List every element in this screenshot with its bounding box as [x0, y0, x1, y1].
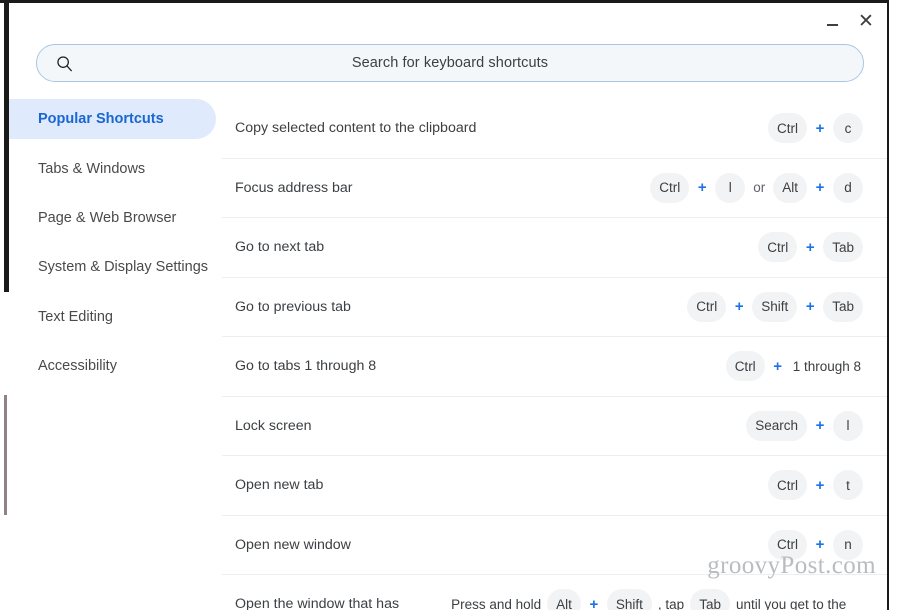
shortcut-row: Open new window Ctrl + n — [222, 516, 887, 575]
close-icon: ✕ — [858, 10, 874, 32]
title-bar: ✕ — [9, 3, 887, 37]
shortcut-row: Focus address bar Ctrl + l or Alt + d — [222, 159, 887, 218]
key-badge: n — [833, 529, 863, 560]
shortcut-keys: Ctrl + c — [766, 113, 865, 144]
shortcut-description: Go to previous tab — [235, 298, 351, 315]
shortcut-keys: Ctrl + t — [766, 470, 865, 501]
sidebar-item-system-display-settings[interactable]: System & Display Settings — [9, 247, 216, 287]
sidebar: Popular Shortcuts Tabs & Windows Page & We… — [9, 99, 222, 599]
window-outer-margin — [889, 0, 900, 610]
shortcut-description: Copy selected content to the clipboard — [235, 120, 477, 137]
key-badge: Ctrl — [768, 529, 807, 560]
key-badge: Ctrl — [650, 172, 690, 203]
shortcut-row: Go to tabs 1 through 8 Ctrl +1 through 8 — [222, 337, 887, 397]
shortcut-keys: Ctrl + Shift + Tab — [685, 291, 865, 322]
key-badge: Ctrl — [768, 113, 807, 144]
shortcut-description: Open the window that has — [235, 596, 400, 610]
key-badge: Alt — [547, 589, 581, 610]
shortcut-description: Go to tabs 1 through 8 — [235, 358, 377, 375]
shortcut-row: Open the window that has Press and hold Al… — [222, 575, 887, 610]
sidebar-item-accessibility[interactable]: Accessibility — [9, 346, 216, 386]
sidebar-item-label: Text Editing — [38, 309, 113, 325]
key-plus-separator: + — [815, 179, 825, 197]
key-plus-separator: + — [815, 119, 825, 137]
key-note-text: Press and hold — [451, 596, 542, 610]
shortcut-description: Focus address bar — [235, 179, 353, 196]
search-input-placeholder: Search for keyboard shortcuts — [351, 55, 549, 71]
shortcut-description: Open new tab — [235, 477, 324, 494]
shortcut-keys: Ctrl +1 through 8 — [724, 351, 865, 382]
sidebar-item-label: Popular Shortcuts — [38, 111, 164, 127]
key-badge: Tab — [823, 291, 863, 322]
search-bar[interactable]: Search for keyboard shortcuts — [36, 44, 864, 82]
sidebar-item-label: System & Display Settings — [38, 259, 209, 275]
key-or-separator: or — [753, 180, 766, 196]
key-plus-separator: + — [805, 238, 815, 256]
shortcut-description: Lock screen — [235, 417, 312, 434]
shortcut-row: Copy selected content to the clipboard Ct… — [222, 99, 887, 159]
key-badge: d — [833, 172, 863, 203]
shortcut-keys: Ctrl + n — [766, 529, 865, 560]
key-badge: Ctrl — [768, 470, 807, 501]
key-badge: Ctrl — [725, 351, 765, 382]
key-badge: Shift — [752, 291, 798, 322]
shortcut-keys: Search + l — [744, 410, 865, 441]
sidebar-item-label: Page & Web Browser — [38, 210, 177, 226]
sidebar-item-page-web-browser[interactable]: Page & Web Browser — [9, 198, 216, 238]
search-icon — [55, 54, 73, 72]
key-plus-separator: + — [697, 179, 707, 197]
minimize-icon — [826, 23, 838, 26]
key-note-text: until you get to the — [735, 596, 847, 610]
key-plus-separator: + — [734, 298, 744, 316]
key-plus-separator: + — [773, 357, 783, 375]
sidebar-item-label: Tabs & Windows — [38, 161, 146, 177]
minimize-button[interactable] — [819, 9, 845, 33]
key-badge: Tab — [823, 232, 863, 263]
shortcut-row: Go to next tab Ctrl + Tab — [222, 218, 887, 278]
shortcut-keys: Press and hold Alt + Shift , tap Tab until you… — [447, 589, 850, 610]
key-badge: Alt — [773, 172, 807, 203]
key-plus-separator: + — [589, 595, 599, 610]
shortcut-row: Open new tab Ctrl + t — [222, 456, 887, 516]
window-left-border-lower — [4, 395, 7, 515]
shortcut-keys: Ctrl + Tab — [756, 232, 865, 263]
key-badge: l — [833, 410, 863, 441]
key-badge: l — [715, 172, 746, 203]
shortcut-description: Open new window — [235, 536, 351, 553]
shortcut-description: Go to next tab — [235, 239, 325, 256]
shortcuts-list: Copy selected content to the clipboard Ct… — [222, 99, 887, 610]
key-plus-separator: + — [805, 298, 815, 316]
key-note-text: , tap — [657, 596, 685, 610]
key-plus-separator: + — [815, 536, 825, 554]
key-badge: Ctrl — [687, 291, 727, 322]
key-badge: Shift — [606, 589, 652, 610]
sidebar-item-text-editing[interactable]: Text Editing — [9, 297, 216, 337]
shortcut-row: Go to previous tab Ctrl + Shift + Tab — [222, 278, 887, 337]
key-badge: t — [833, 470, 863, 501]
sidebar-item-tabs-windows[interactable]: Tabs & Windows — [9, 149, 216, 189]
key-plus-separator: + — [815, 476, 825, 494]
key-badge: Ctrl — [758, 232, 798, 263]
key-badge: Tab — [690, 589, 730, 610]
shortcut-row: Lock screen Search + l — [222, 397, 887, 456]
key-badge: Search — [746, 410, 807, 441]
key-badge: c — [833, 113, 863, 144]
key-plus-separator: + — [815, 417, 825, 435]
shortcut-keys: Ctrl + l or Alt + d — [648, 172, 865, 203]
key-note-text: 1 through 8 — [792, 358, 861, 374]
sidebar-item-label: Accessibility — [38, 358, 117, 374]
keyboard-shortcuts-window: ✕ Search for keyboard shortcuts Popular … — [0, 0, 900, 610]
close-button[interactable]: ✕ — [853, 9, 879, 33]
sidebar-item-popular-shortcuts[interactable]: Popular Shortcuts — [9, 99, 216, 139]
